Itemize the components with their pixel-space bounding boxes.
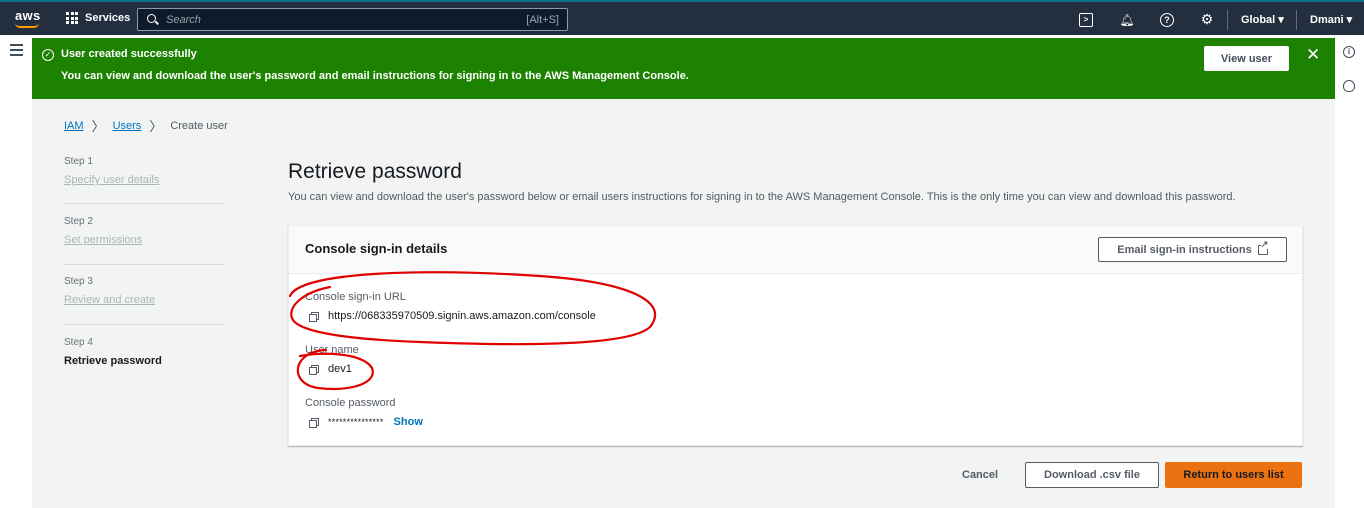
- step-link-review-and-create[interactable]: Review and create: [64, 294, 224, 306]
- info-icon[interactable]: i: [1343, 46, 1355, 58]
- masked-password: ***************: [328, 417, 384, 427]
- step-divider: [64, 324, 224, 325]
- gear-icon[interactable]: ⚙: [1200, 11, 1214, 27]
- console-url-text: https://068335970509.signin.aws.amazon.c…: [328, 310, 596, 322]
- search-placeholder: Search: [166, 14, 201, 26]
- step-divider: [64, 264, 224, 265]
- show-password-link[interactable]: Show: [394, 416, 423, 428]
- account-menu[interactable]: Dmani ▾: [1310, 13, 1352, 26]
- wizard-step-3: Step 3 Review and create: [64, 276, 224, 306]
- region-selector[interactable]: Global ▾: [1241, 13, 1284, 26]
- download-csv-button[interactable]: Download .csv file: [1025, 462, 1159, 488]
- help-icon[interactable]: ?: [1160, 12, 1174, 27]
- flash-title: User created successfully: [61, 48, 197, 60]
- email-sign-in-instructions-button[interactable]: Email sign-in instructions: [1098, 237, 1287, 262]
- flash-message: You can view and download the user's pas…: [61, 70, 689, 82]
- wizard-step-4: Step 4 Retrieve password: [64, 337, 224, 367]
- view-user-button[interactable]: View user: [1204, 46, 1289, 71]
- chevron-right-icon: 〉: [91, 119, 105, 134]
- nav-divider: [1296, 9, 1297, 30]
- breadcrumb: IAM 〉 Users 〉 Create user: [64, 116, 228, 135]
- panel-header: Console sign-in details Email sign-in in…: [289, 226, 1302, 274]
- copy-icon[interactable]: [309, 311, 319, 322]
- step-divider: [64, 203, 224, 204]
- step-link-specify-user-details[interactable]: Specify user details: [64, 174, 224, 186]
- email-button-label: Email sign-in instructions: [1117, 243, 1252, 256]
- step-current-retrieve-password: Retrieve password: [64, 355, 162, 367]
- console-url-label: Console sign-in URL: [305, 291, 406, 303]
- menu-icon[interactable]: [10, 44, 23, 59]
- copy-icon[interactable]: [309, 417, 319, 428]
- breadcrumb-current: Create user: [170, 119, 228, 132]
- cancel-button[interactable]: Cancel: [962, 462, 998, 488]
- services-label: Services: [85, 12, 131, 24]
- bell-icon[interactable]: 🔔︎: [1119, 13, 1134, 27]
- success-flashbar: ✓ User created successfully You can view…: [32, 38, 1335, 99]
- external-link-icon: [1257, 239, 1269, 255]
- username-label: User name: [305, 344, 359, 356]
- step-link-set-permissions[interactable]: Set permissions: [64, 234, 224, 246]
- username-value: dev1: [309, 363, 352, 375]
- shield-icon[interactable]: [1343, 80, 1355, 92]
- console-url-value: https://068335970509.signin.aws.amazon.c…: [309, 310, 596, 322]
- sign-in-details-panel: Console sign-in details Email sign-in in…: [288, 225, 1303, 446]
- step-number: Step 3: [64, 276, 93, 287]
- wizard-step-1: Step 1 Specify user details: [64, 156, 224, 186]
- page-description: You can view and download the user's pas…: [288, 191, 1236, 203]
- username-text: dev1: [328, 363, 352, 375]
- top-navigation: aws Services Search [Alt+S] > 🔔︎ ? ⚙ Glo…: [0, 0, 1364, 35]
- password-value: *************** Show: [309, 416, 423, 428]
- password-label: Console password: [305, 397, 396, 409]
- step-number: Step 1: [64, 156, 93, 167]
- copy-icon[interactable]: [309, 364, 319, 375]
- search-icon: [147, 14, 156, 23]
- aws-logo[interactable]: aws: [15, 8, 40, 23]
- cloudshell-icon[interactable]: >: [1079, 12, 1093, 27]
- return-to-users-list-button[interactable]: Return to users list: [1165, 462, 1302, 488]
- breadcrumb-users[interactable]: Users: [113, 120, 142, 132]
- chevron-right-icon: 〉: [149, 119, 163, 134]
- breadcrumb-iam[interactable]: IAM: [64, 120, 84, 132]
- search-input[interactable]: Search [Alt+S]: [137, 8, 568, 31]
- nav-divider: [1227, 9, 1228, 30]
- wizard-step-2: Step 2 Set permissions: [64, 216, 224, 246]
- panel-title: Console sign-in details: [305, 241, 448, 256]
- right-rail: i: [1334, 35, 1364, 508]
- close-icon[interactable]: ✕: [1306, 46, 1320, 63]
- services-menu[interactable]: Services: [66, 12, 130, 24]
- page-title: Retrieve password: [288, 160, 462, 183]
- step-number: Step 4: [64, 337, 93, 348]
- search-shortcut: [Alt+S]: [526, 14, 559, 26]
- grid-icon: [66, 12, 78, 24]
- step-number: Step 2: [64, 216, 93, 227]
- aws-logo-smile: [15, 23, 39, 28]
- check-circle-icon: ✓: [42, 49, 54, 61]
